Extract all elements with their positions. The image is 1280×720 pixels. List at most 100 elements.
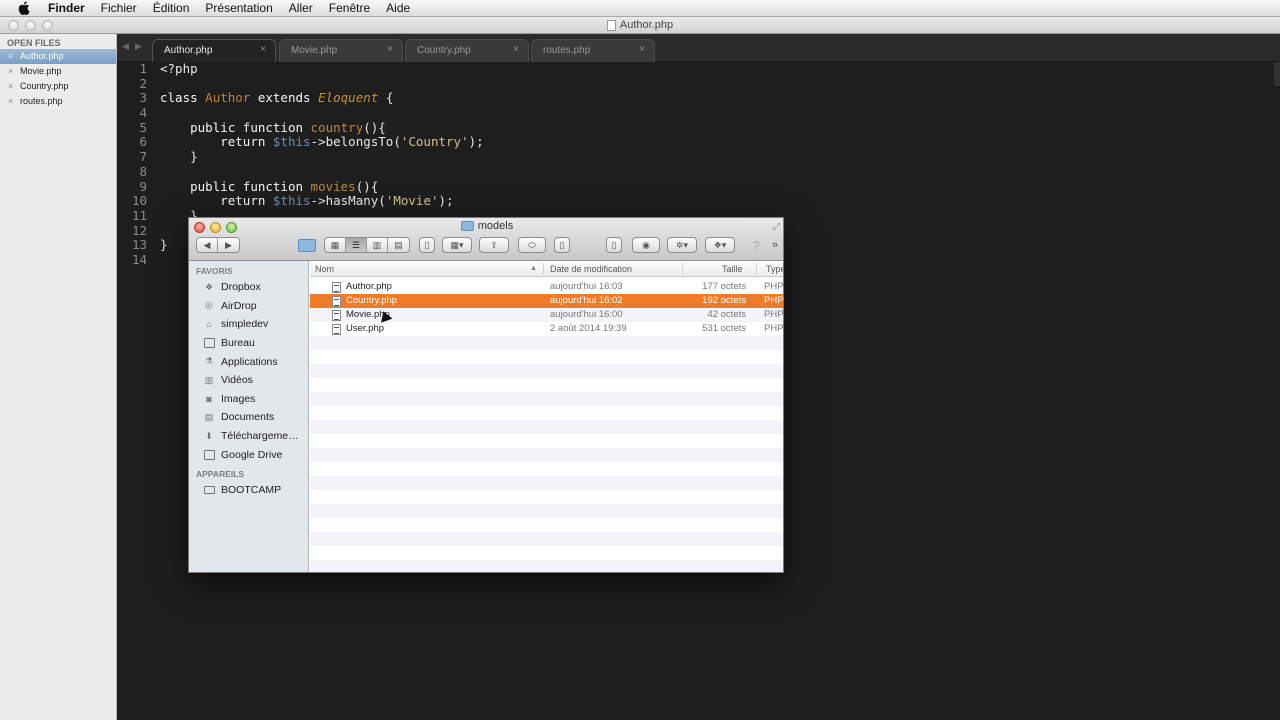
sidebar-item-documents[interactable]: ▤ Documents <box>189 408 308 427</box>
menu-edition[interactable]: Édition <box>145 0 198 17</box>
sidebar-item-applications[interactable]: ⚗ Applications <box>189 352 308 371</box>
tab-label: Country.php <box>417 45 471 56</box>
quick-look-doc-icon[interactable]: ▯ <box>419 237 435 253</box>
tab-routes[interactable]: routes.php × <box>531 39 655 62</box>
close-file-icon[interactable]: × <box>8 79 13 94</box>
column-divider[interactable] <box>756 263 757 275</box>
column-name-header[interactable]: Nom <box>315 261 334 277</box>
tab-close-icon[interactable]: × <box>387 44 393 55</box>
file-row-country[interactable]: Country.php aujourd'hui 16:02 192 octets… <box>310 294 783 308</box>
back-arrow-icon[interactable]: ◀ <box>197 238 218 252</box>
sidebar-item-label: simpledev <box>221 318 269 331</box>
sidebar-item-simpledev[interactable]: ⌂ simpledev <box>189 315 308 334</box>
line-number: 11 <box>131 207 147 223</box>
column-size-header[interactable]: Taille <box>722 261 743 277</box>
tag-icon[interactable]: ⬭ <box>518 237 546 253</box>
menu-presentation[interactable]: Présentation <box>197 0 280 17</box>
menu-aller[interactable]: Aller <box>281 0 321 17</box>
open-file-author[interactable]: × Author.php <box>0 49 116 64</box>
info-doc-icon[interactable]: ▯ <box>554 237 570 253</box>
apple-icon[interactable] <box>14 1 34 15</box>
empty-row <box>310 504 783 518</box>
file-date: aujourd'hui 16:00 <box>550 309 623 320</box>
file-type: PHP <box>764 323 784 334</box>
gear-icon[interactable]: ✲▾ <box>667 237 697 253</box>
fullscreen-icon[interactable]: ⤢ <box>773 221 780 232</box>
open-files-header: OPEN FILES <box>7 38 61 48</box>
empty-row <box>310 406 783 420</box>
folder-path-icon[interactable] <box>297 237 317 253</box>
tab-author[interactable]: Author.php × <box>152 39 276 62</box>
list-view-icon[interactable]: ☰ <box>346 238 367 252</box>
open-file-country[interactable]: × Country.php <box>0 79 116 94</box>
icon-view-icon[interactable]: ▦ <box>325 238 346 252</box>
open-file-movie[interactable]: × Movie.php <box>0 64 116 79</box>
tab-previous-icon[interactable]: ◀ <box>122 41 129 52</box>
tab-label: routes.php <box>543 45 591 56</box>
column-divider[interactable] <box>543 263 544 275</box>
tab-close-icon[interactable]: × <box>513 44 519 55</box>
overflow-chevron-icon[interactable]: » <box>769 237 781 253</box>
finder-title-text: models <box>477 220 514 232</box>
tab-close-icon[interactable]: × <box>639 44 645 55</box>
finder-window: models ⤢ ◀ ▶ ▦ ☰ ▥ ▤ ▯ ▦▾ ⇪ ⬭ ▯ ▯ ◉ ✲▾ ❖… <box>188 217 784 573</box>
images-icon: ◙ <box>206 393 212 404</box>
arrange-menu-icon[interactable]: ▦▾ <box>442 237 472 253</box>
videos-icon: ▥ <box>204 374 214 385</box>
sidebar-item-airdrop[interactable]: ◎ AirDrop <box>189 297 308 316</box>
tab-close-icon[interactable]: × <box>260 44 266 55</box>
sidebar-item-dropbox[interactable]: ❖ Dropbox <box>189 278 308 297</box>
folder-icon <box>460 221 474 231</box>
close-file-icon[interactable]: × <box>8 49 13 64</box>
sidebar-item-label: AirDrop <box>221 299 257 312</box>
sidebar-item-downloads[interactable]: ⬇ Téléchargeme… <box>189 427 308 446</box>
tab-next-icon[interactable]: ▶ <box>135 41 142 52</box>
editor-window-title: Author.php <box>0 17 1280 34</box>
forward-arrow-icon[interactable]: ▶ <box>218 238 239 252</box>
empty-row <box>310 336 783 350</box>
file-row-author[interactable]: Author.php aujourd'hui 16:03 177 octets … <box>310 280 784 294</box>
file-row-user[interactable]: User.php 2 août 2014 19:39 531 octets PH… <box>310 322 784 336</box>
menu-aide[interactable]: Aide <box>378 0 418 17</box>
finder-toolbar: models ⤢ ◀ ▶ ▦ ☰ ▥ ▤ ▯ ▦▾ ⇪ ⬭ ▯ ▯ ◉ ✲▾ ❖… <box>189 218 783 261</box>
open-file-label: Country.php <box>20 81 69 91</box>
eye-icon[interactable]: ◉ <box>632 237 660 253</box>
tab-country[interactable]: Country.php × <box>405 39 529 62</box>
editor-window-title-text: Author.php <box>619 19 674 31</box>
folder-icon <box>203 449 215 460</box>
open-file-routes[interactable]: × routes.php <box>0 94 116 109</box>
code-line: } <box>160 149 198 165</box>
file-size: 42 octets <box>707 309 746 320</box>
airdrop-icon: ◎ <box>205 300 213 311</box>
empty-row <box>310 434 783 448</box>
open-file-label: Author.php <box>20 51 64 61</box>
open-files-sidebar: OPEN FILES × Author.php × Movie.php × Co… <box>0 34 117 720</box>
help-icon[interactable]: ? <box>749 237 763 253</box>
sidebar-item-bootcamp[interactable]: BOOTCAMP <box>189 481 308 500</box>
sidebar-item-images[interactable]: ◙ Images <box>189 390 308 409</box>
sidebar-item-bureau[interactable]: Bureau <box>189 334 308 353</box>
column-date-header[interactable]: Date de modification <box>550 261 632 277</box>
php-file-icon <box>332 324 341 335</box>
column-type-header[interactable]: Type <box>766 261 783 277</box>
cover-flow-icon[interactable]: ▤ <box>388 238 409 252</box>
tab-movie[interactable]: Movie.php × <box>279 39 403 62</box>
close-file-icon[interactable]: × <box>8 64 13 79</box>
share-icon[interactable]: ⇪ <box>479 237 509 253</box>
document-icon[interactable]: ▯ <box>606 237 622 253</box>
line-number: 8 <box>139 163 147 179</box>
minimap[interactable] <box>1274 62 1280 86</box>
sidebar-item-google-drive[interactable]: Google Drive <box>189 445 308 464</box>
close-file-icon[interactable]: × <box>8 94 13 109</box>
menu-fenetre[interactable]: Fenêtre <box>321 0 378 17</box>
empty-row <box>310 518 783 532</box>
finder-sidebar: FAVORIS ❖ Dropbox ◎ AirDrop ⌂ simpledev … <box>189 261 309 572</box>
sidebar-item-videos[interactable]: ▥ Vidéos <box>189 371 308 390</box>
column-view-icon[interactable]: ▥ <box>367 238 388 252</box>
menu-fichier[interactable]: Fichier <box>93 0 145 17</box>
column-divider[interactable] <box>682 263 683 275</box>
menu-app-finder[interactable]: Finder <box>40 0 93 17</box>
file-type: PHP <box>764 281 784 292</box>
dropbox-menu-icon[interactable]: ❖▾ <box>705 237 735 253</box>
